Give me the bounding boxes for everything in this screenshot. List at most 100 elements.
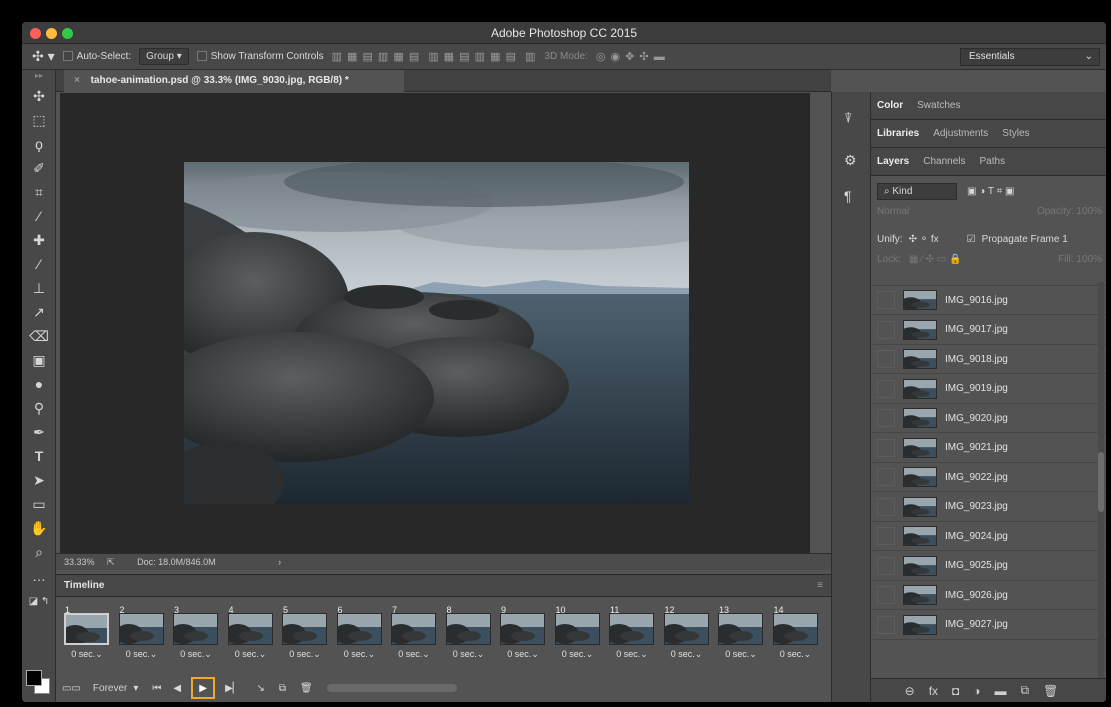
layers-scrollbar[interactable] (1098, 282, 1104, 678)
quick-select-icon[interactable]: ✐ (22, 156, 56, 180)
next-frame-icon[interactable]: ▶▏ (225, 683, 240, 694)
gradient-icon[interactable]: ▣ (22, 348, 56, 372)
minimize-window-button[interactable] (46, 28, 57, 39)
visibility-toggle[interactable] (877, 438, 895, 457)
frame-thumbnail[interactable] (500, 613, 545, 645)
mask-icon[interactable]: ◘ (952, 684, 959, 698)
layer-row[interactable]: IMG_9025.jpg (871, 552, 1106, 581)
properties-panel-icon[interactable]: ⚙ (844, 152, 857, 169)
filter-icons[interactable]: ▣ ◑ T ⌗ ▣ (967, 186, 1014, 197)
visibility-toggle[interactable] (877, 379, 895, 398)
blur-icon[interactable]: ● (22, 372, 56, 396)
group-folder-icon[interactable]: ▬ (995, 684, 1007, 698)
duplicate-frame-icon[interactable]: ⧉ (279, 683, 286, 694)
zoom-icon[interactable]: ⌕ (22, 540, 56, 564)
timeline-frame[interactable]: 7 0 sec.⌄ (389, 605, 439, 665)
zoom-window-button[interactable] (62, 28, 73, 39)
frame-delay-dropdown[interactable]: 0 sec.⌄ (444, 649, 494, 660)
layer-row[interactable]: IMG_9027.jpg (871, 611, 1106, 640)
auto-select-checkbox[interactable]: Auto-Select: (62, 51, 131, 62)
tab-layers[interactable]: Layers (877, 156, 909, 167)
auto-select-dropdown[interactable]: Group ▾ (139, 48, 189, 65)
foreground-color-swatch[interactable] (26, 670, 42, 686)
layer-row[interactable]: IMG_9017.jpg (871, 316, 1106, 345)
history-brush-icon[interactable]: ↗ (22, 300, 56, 324)
frame-thumbnail[interactable] (718, 613, 763, 645)
tab-channels[interactable]: Channels (923, 156, 965, 167)
document-tab[interactable]: × tahoe-animation.psd @ 33.3% (IMG_9030.… (64, 70, 404, 92)
document-image[interactable] (184, 162, 689, 504)
layer-row[interactable]: IMG_9019.jpg (871, 375, 1106, 404)
tab-styles[interactable]: Styles (1002, 128, 1029, 139)
layer-row[interactable]: IMG_9016.jpg (871, 286, 1106, 315)
frame-delay-dropdown[interactable]: 0 sec.⌄ (389, 649, 439, 660)
fx-icon[interactable]: fx (929, 684, 938, 698)
toolbox-grip[interactable]: ▸▸ (22, 70, 56, 82)
layer-row[interactable]: IMG_9026.jpg (871, 581, 1106, 610)
frame-thumbnail[interactable] (391, 613, 436, 645)
frame-delay-dropdown[interactable]: 0 sec.⌄ (771, 649, 821, 660)
tab-libraries[interactable]: Libraries (877, 128, 919, 139)
visibility-toggle[interactable] (877, 409, 895, 427)
frame-delay-dropdown[interactable]: 0 sec.⌄ (62, 649, 112, 660)
timeline-frame[interactable]: 10 0 sec.⌄ (553, 605, 603, 665)
frame-thumbnail[interactable] (118, 613, 164, 645)
layer-row-partial[interactable] (871, 276, 1106, 286)
timeline-scrollbar[interactable] (326, 684, 457, 692)
first-frame-icon[interactable]: ⏮ (152, 683, 161, 694)
timeline-frame[interactable]: 1 0 sec.⌄ (62, 605, 112, 665)
lock-icons[interactable]: ▦ ∕ ✣ ▭ 🔒 (909, 254, 962, 272)
frame-thumbnail[interactable] (64, 613, 109, 645)
layer-row[interactable]: IMG_9023.jpg (871, 493, 1106, 522)
tween-icon[interactable]: ↘ (256, 683, 264, 694)
unify-icons[interactable]: ✣ ⚬ fx (909, 234, 939, 245)
canvas-area[interactable] (60, 93, 810, 553)
type-icon[interactable]: T (22, 444, 56, 468)
zoom-level[interactable]: 33.33% (64, 557, 95, 567)
move-tool-preset-icon[interactable]: ✣ ▾ (32, 48, 55, 65)
frame-delay-dropdown[interactable]: 0 sec.⌄ (335, 649, 385, 660)
timeline-frame[interactable]: 5 0 sec.⌄ (280, 605, 330, 665)
visibility-toggle[interactable] (877, 527, 895, 545)
move-icon[interactable]: ✣ (22, 84, 56, 108)
more-tools-icon[interactable]: … (22, 564, 56, 588)
3d-mode-icons[interactable]: ◎ ◉ ✥ ✣ ▬ (596, 50, 666, 63)
delete-frame-icon[interactable]: 🗑 (300, 683, 313, 694)
visibility-toggle[interactable] (877, 468, 895, 486)
timeline-frame[interactable]: 9 0 sec.⌄ (498, 605, 548, 665)
loop-dropdown-icon[interactable]: ▾ (133, 683, 138, 694)
lasso-icon[interactable]: ϙ (22, 132, 56, 156)
hand-icon[interactable]: ✋ (22, 516, 56, 540)
frame-thumbnail[interactable] (282, 613, 327, 645)
export-icon[interactable]: ⇱ (107, 557, 115, 567)
play-button[interactable]: ▶ (191, 677, 216, 699)
eraser-icon[interactable]: ⌫ (22, 324, 56, 348)
eyedropper-icon[interactable]: ⁄ (22, 204, 56, 228)
timeline-frame[interactable]: 11 0 sec.⌄ (607, 605, 657, 665)
tab-paths[interactable]: Paths (980, 156, 1006, 167)
visibility-toggle[interactable] (877, 320, 895, 339)
previous-frame-icon[interactable]: ◀ (173, 683, 181, 694)
timeline-frame[interactable]: 12 0 sec.⌄ (662, 605, 712, 665)
swap-colors-icon[interactable]: ◪ ↰ (22, 590, 56, 614)
visibility-toggle[interactable] (877, 586, 895, 604)
fill-value[interactable]: 100% (1076, 254, 1102, 265)
opacity-value[interactable]: 100% (1076, 206, 1102, 217)
marquee-icon[interactable]: ⬚ (22, 108, 56, 132)
crop-icon[interactable]: ⌗ (22, 180, 56, 204)
pen-icon[interactable]: ✒ (22, 420, 56, 444)
brush-icon[interactable]: ∕ (22, 252, 56, 276)
tab-swatches[interactable]: Swatches (917, 100, 960, 111)
frame-delay-dropdown[interactable]: 0 sec.⌄ (226, 649, 276, 660)
propagate-checkbox[interactable]: ☑ (967, 234, 976, 245)
workspace-dropdown[interactable]: Essentials ⌄ (960, 48, 1100, 66)
new-layer-icon[interactable]: ⧉ (1021, 683, 1030, 698)
frame-delay-dropdown[interactable]: 0 sec.⌄ (171, 649, 221, 660)
frame-thumbnail[interactable] (663, 613, 709, 645)
frame-thumbnail[interactable] (173, 613, 218, 645)
layer-row[interactable]: IMG_9020.jpg (871, 404, 1106, 433)
adjustment-layer-icon[interactable]: ◑ (973, 684, 980, 698)
convert-timeline-icon[interactable]: ▭▭ (62, 683, 81, 694)
timeline-frame[interactable]: 14 0 sec.⌄ (771, 605, 821, 665)
path-select-icon[interactable]: ➤ (22, 468, 56, 492)
